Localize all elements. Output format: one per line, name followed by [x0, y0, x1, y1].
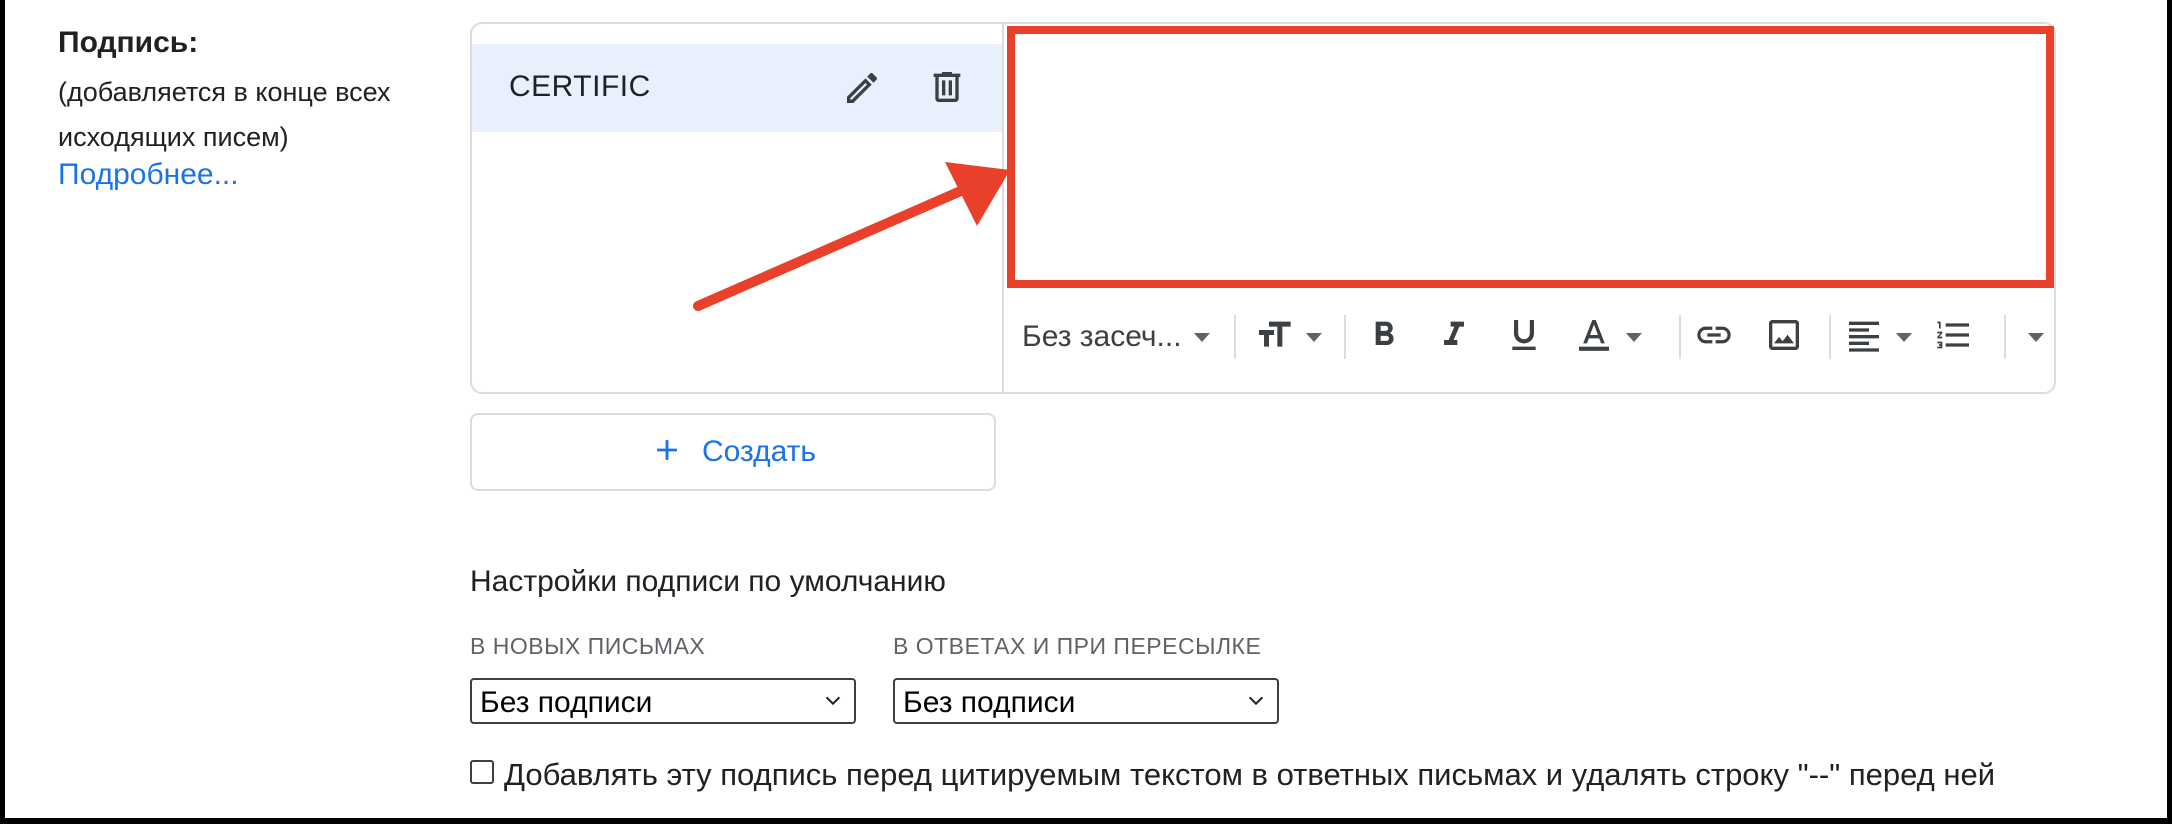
underline-button[interactable]: [1504, 307, 1544, 367]
toolbar-divider: [1829, 315, 1831, 359]
signature-editor-panel: CERTIFIC Без засеч...: [470, 22, 2056, 394]
formatting-toolbar: Без засеч...: [1004, 307, 2054, 377]
chevron-down-icon: [825, 696, 841, 706]
insert-before-quote-checkbox[interactable]: [470, 760, 494, 784]
image-icon: [1764, 315, 1804, 360]
plus-icon: [650, 433, 684, 472]
new-messages-signature-select[interactable]: Без подписи: [470, 678, 856, 724]
text-size-icon: [1254, 315, 1294, 360]
font-family-value: Без засеч...: [1022, 320, 1182, 353]
new-messages-label: В НОВЫХ ПИСЬМАХ: [470, 633, 706, 659]
align-button[interactable]: [1844, 307, 1912, 367]
text-color-button[interactable]: [1574, 307, 1642, 367]
learn-more-link[interactable]: Подробнее...: [58, 158, 239, 192]
link-icon: [1694, 315, 1734, 360]
chevron-down-icon: [1193, 332, 1210, 342]
bold-button[interactable]: [1364, 307, 1404, 367]
signature-settings-page: Подпись: (добавляется в конце всех исход…: [5, 0, 2167, 818]
numbered-list-icon: [1934, 315, 1974, 360]
create-signature-label: Создать: [701, 435, 816, 468]
toolbar-divider: [1234, 315, 1236, 359]
toolbar-divider: [1344, 315, 1346, 359]
italic-icon: [1434, 315, 1474, 360]
toolbar-divider: [2004, 315, 2006, 359]
chevron-down-icon: [2028, 332, 2044, 342]
replies-forwards-signature-value: Без подписи: [903, 686, 1076, 719]
text-color-icon: [1574, 315, 1614, 360]
font-size-button[interactable]: [1254, 307, 1322, 367]
signature-section-description: (добавляется в конце всех исходящих писе…: [58, 77, 391, 152]
numbered-list-button[interactable]: [1934, 307, 1974, 367]
signature-text-editor[interactable]: [1007, 26, 2054, 288]
insert-before-quote-label: Добавлять эту подпись перед цитируемым т…: [504, 757, 1996, 792]
signature-name: CERTIFIC: [509, 70, 651, 103]
align-left-icon: [1844, 315, 1884, 360]
create-signature-button[interactable]: Создать: [470, 413, 996, 491]
font-family-select[interactable]: Без засеч...: [1022, 307, 1210, 367]
chevron-down-icon: [1306, 332, 1322, 342]
insert-image-button[interactable]: [1764, 307, 1804, 367]
chevron-down-icon: [1626, 332, 1642, 342]
chevron-down-icon: [1896, 332, 1912, 342]
chevron-down-icon: [1248, 696, 1264, 706]
replies-forwards-label: В ОТВЕТАХ И ПРИ ПЕРЕСЫЛКЕ: [893, 633, 1262, 659]
signature-list: CERTIFIC: [472, 24, 1004, 392]
edit-icon[interactable]: [842, 68, 882, 108]
insert-link-button[interactable]: [1694, 307, 1734, 367]
default-signature-settings-title: Настройки подписи по умолчанию: [470, 565, 946, 598]
bold-icon: [1364, 315, 1404, 360]
underline-icon: [1504, 315, 1544, 360]
trash-icon[interactable]: [927, 66, 967, 108]
more-formatting-button[interactable]: [2016, 307, 2044, 367]
toolbar-divider: [1679, 315, 1681, 359]
italic-button[interactable]: [1434, 307, 1474, 367]
signature-section-title: Подпись:: [58, 26, 199, 59]
signature-list-item[interactable]: CERTIFIC: [472, 44, 1002, 132]
new-messages-signature-value: Без подписи: [480, 686, 653, 719]
replies-forwards-signature-select[interactable]: Без подписи: [893, 678, 1279, 724]
